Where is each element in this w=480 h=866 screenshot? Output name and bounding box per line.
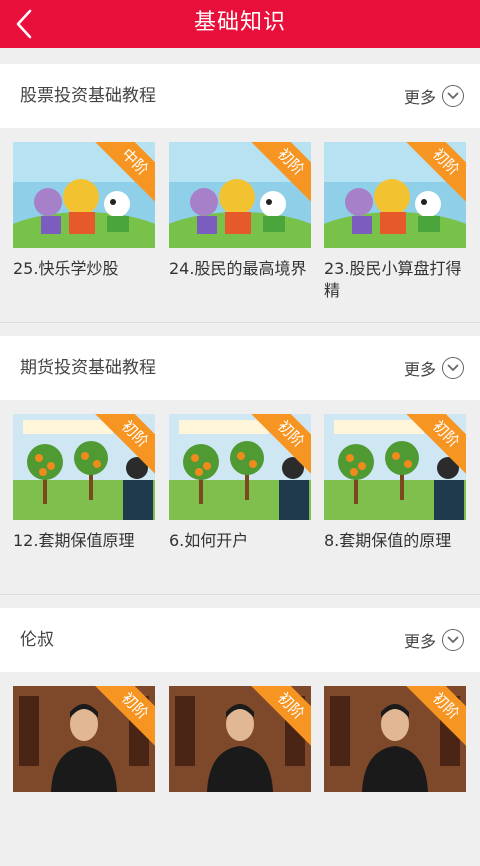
more-button[interactable]: 更多 (404, 64, 464, 128)
more-button[interactable]: 更多 (404, 608, 464, 672)
course-title: 23.股民小算盘打得精 (324, 259, 462, 300)
section-divider (0, 322, 480, 323)
course-title: 25.快乐学炒股 (13, 259, 119, 278)
section-lunshu: 伦叔 更多 初阶 初阶 初阶 (0, 608, 480, 866)
section-cards: 初阶 12.套期保值原理 初阶 6.如何开户 初阶 8.套期保值的原理 (0, 400, 480, 594)
level-ribbon: 初阶 (406, 414, 466, 474)
section-header: 期货投资基础教程 更多 (0, 336, 480, 400)
level-badge: 中阶 (95, 142, 155, 202)
course-thumbnail: 初阶 (169, 686, 311, 792)
chevron-down-circle-icon (442, 629, 464, 651)
course-card[interactable]: 初阶 12.套期保值原理 (13, 414, 155, 552)
course-card[interactable]: 初阶 6.如何开户 (169, 414, 311, 552)
more-label: 更多 (403, 632, 436, 651)
course-card[interactable]: 初阶 (324, 686, 466, 792)
course-thumbnail: 初阶 (324, 686, 466, 792)
section-futures-tutorial: 期货投资基础教程 更多 初阶 12.套期保值原理 初阶 6.如何开户 初阶 8.… (0, 336, 480, 594)
course-thumbnail: 中阶 (13, 142, 155, 248)
level-ribbon: 初阶 (251, 142, 311, 202)
level-badge: 初阶 (251, 686, 311, 746)
page-title: 基础知识 (193, 10, 286, 35)
level-badge: 初阶 (251, 414, 311, 474)
more-button[interactable]: 更多 (404, 336, 464, 400)
level-badge: 初阶 (406, 414, 466, 474)
level-ribbon: 中阶 (95, 142, 155, 202)
course-thumbnail: 初阶 (13, 414, 155, 520)
course-thumbnail: 初阶 (169, 142, 311, 248)
top-bar: 基础知识 (0, 0, 480, 48)
level-ribbon: 初阶 (251, 686, 311, 746)
course-title: 24.股民的最高境界 (169, 259, 307, 278)
course-title: 6.如何开户 (169, 531, 249, 550)
course-thumbnail: 初阶 (169, 414, 311, 520)
level-badge: 初阶 (95, 414, 155, 474)
level-badge: 初阶 (406, 686, 466, 746)
course-thumbnail: 初阶 (324, 142, 466, 248)
section-title: 股票投资基础教程 (20, 86, 156, 106)
course-card[interactable]: 初阶 8.套期保值的原理 (324, 414, 466, 552)
section-header: 伦叔 更多 (0, 608, 480, 672)
chevron-down-circle-icon (442, 85, 464, 107)
course-card[interactable]: 初阶 24.股民的最高境界 (169, 142, 311, 280)
level-ribbon: 初阶 (95, 414, 155, 474)
section-header: 股票投资基础教程 更多 (0, 64, 480, 128)
level-ribbon: 初阶 (95, 686, 155, 746)
level-ribbon: 初阶 (406, 142, 466, 202)
section-cards: 中阶 25.快乐学炒股 初阶 24.股民的最高境界 初阶 23.股民小算盘打得精 (0, 128, 480, 322)
course-title: 8.套期保值的原理 (324, 531, 452, 550)
course-thumbnail: 初阶 (13, 686, 155, 792)
course-card[interactable]: 初阶 23.股民小算盘打得精 (324, 142, 466, 302)
section-cards: 初阶 初阶 初阶 (0, 672, 480, 866)
more-label: 更多 (403, 88, 436, 107)
section-divider (0, 594, 480, 595)
section-stock-tutorial: 股票投资基础教程 更多 中阶 25.快乐学炒股 初阶 24.股民的最高境界 初阶… (0, 64, 480, 322)
course-card[interactable]: 初阶 (169, 686, 311, 792)
course-title: 12.套期保值原理 (13, 531, 135, 550)
level-ribbon: 初阶 (406, 686, 466, 746)
course-card[interactable]: 初阶 (13, 686, 155, 792)
more-label: 更多 (403, 360, 436, 379)
level-badge: 初阶 (95, 686, 155, 746)
level-badge: 初阶 (251, 142, 311, 202)
course-thumbnail: 初阶 (324, 414, 466, 520)
section-title: 伦叔 (20, 630, 54, 650)
chevron-down-circle-icon (442, 357, 464, 379)
level-badge: 初阶 (406, 142, 466, 202)
course-card[interactable]: 中阶 25.快乐学炒股 (13, 142, 155, 280)
section-title: 期货投资基础教程 (20, 358, 156, 378)
level-ribbon: 初阶 (251, 414, 311, 474)
